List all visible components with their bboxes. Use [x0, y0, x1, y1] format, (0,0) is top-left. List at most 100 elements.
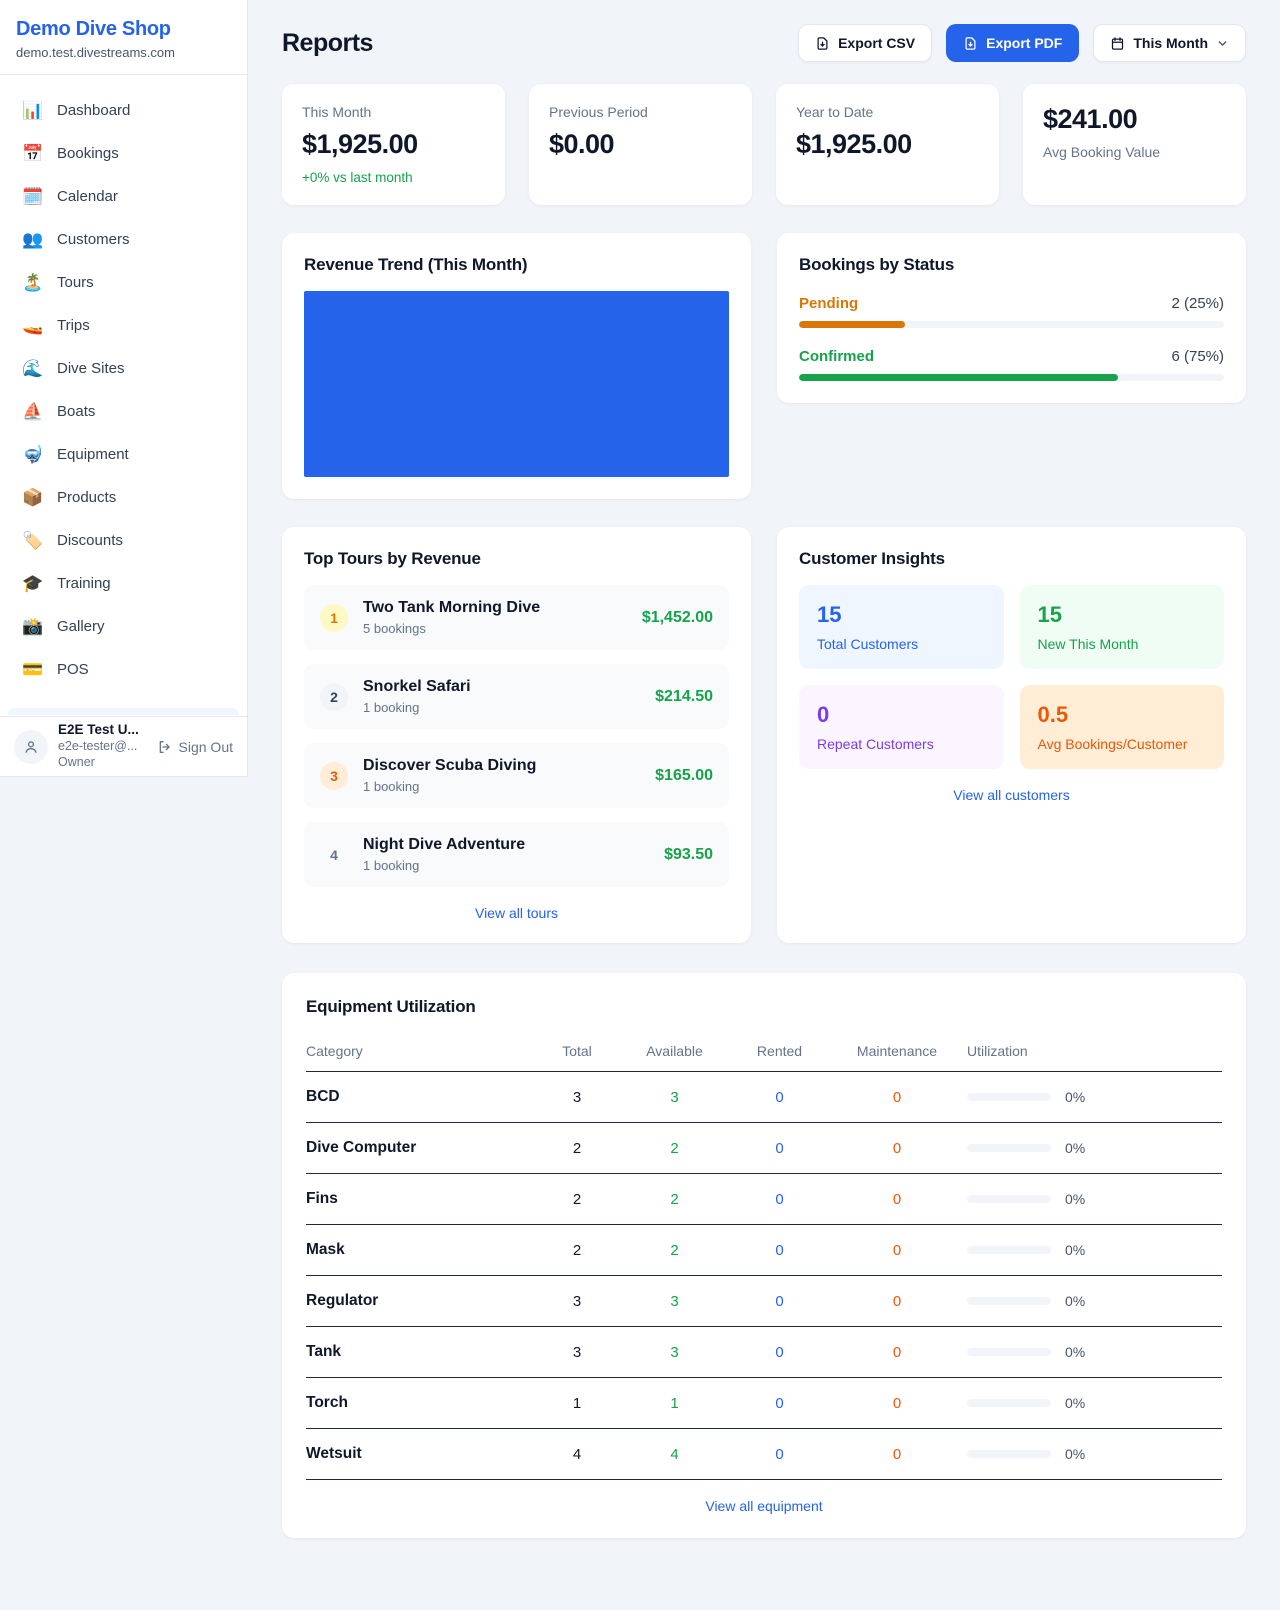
- cell-total: 3: [537, 1276, 617, 1327]
- sidebar-item[interactable]: ⛵ Boats: [8, 390, 239, 432]
- tour-revenue: $214.50: [655, 688, 713, 706]
- cell-category: Fins: [306, 1174, 537, 1225]
- utilization-bar-track: [967, 1093, 1051, 1101]
- sidebar-item[interactable]: 📊 Dashboard: [8, 89, 239, 131]
- utilization-bar-track: [967, 1348, 1051, 1356]
- sidebar-item[interactable]: 🚤 Trips: [8, 304, 239, 346]
- sidebar-item-icon: 📦: [22, 489, 44, 506]
- equipment-utilization-title: Equipment Utilization: [306, 997, 1222, 1017]
- cell-maintenance: 0: [827, 1225, 967, 1276]
- tour-revenue: $1,452.00: [642, 609, 713, 627]
- cell-category: Regulator: [306, 1276, 537, 1327]
- view-all-customers-link[interactable]: View all customers: [799, 787, 1224, 803]
- tour-bookings: 1 booking: [363, 858, 525, 873]
- cell-total: 3: [537, 1072, 617, 1123]
- sign-out-icon: [157, 739, 173, 755]
- stat-value: $1,925.00: [302, 129, 485, 160]
- cell-utilization: 0%: [967, 1327, 1222, 1378]
- insight-value: 15: [817, 602, 986, 628]
- sidebar-item[interactable]: 💳 POS: [8, 648, 239, 690]
- sidebar-footer: E2E Test U... e2e-tester@... Owner Sign …: [0, 716, 247, 776]
- status-row: Confirmed 6 (75%): [799, 348, 1224, 381]
- status-bars: Pending 2 (25%) Confirmed 6 (75%): [799, 295, 1224, 381]
- cell-maintenance: 0: [827, 1327, 967, 1378]
- sidebar-item[interactable]: 📅 Bookings: [8, 132, 239, 174]
- cell-utilization: 0%: [967, 1174, 1222, 1225]
- cell-category: BCD: [306, 1072, 537, 1123]
- export-csv-label: Export CSV: [838, 35, 915, 51]
- rank-badge: 4: [320, 841, 348, 869]
- sidebar-item-icon: 🏝️: [22, 274, 44, 291]
- sign-out-button[interactable]: Sign Out: [157, 739, 233, 755]
- status-count: 2 (25%): [1171, 295, 1224, 312]
- stat-delta: [796, 170, 979, 171]
- status-label: Confirmed: [799, 348, 874, 365]
- cell-utilization: 0%: [967, 1225, 1222, 1276]
- utilization-percent: 0%: [1065, 1395, 1085, 1411]
- sidebar-item[interactable]: 🏷️ Discounts: [8, 519, 239, 561]
- table-row: Mask 2 2 0 0 0%: [306, 1225, 1222, 1276]
- tour-revenue: $165.00: [655, 767, 713, 785]
- cell-category: Torch: [306, 1378, 537, 1429]
- sidebar-item-icon: 🌊: [22, 360, 44, 377]
- insight-value: 15: [1038, 602, 1207, 628]
- stat-value: $241.00: [1043, 104, 1226, 135]
- avatar: [14, 730, 48, 764]
- tour-name: Snorkel Safari: [363, 678, 471, 696]
- sidebar-item[interactable]: 📦 Products: [8, 476, 239, 518]
- status-row: Pending 2 (25%): [799, 295, 1224, 328]
- cell-rented: 0: [732, 1072, 827, 1123]
- sidebar-item-label: Gallery: [57, 618, 105, 635]
- cell-maintenance: 0: [827, 1072, 967, 1123]
- status-bar-track: [799, 321, 1224, 328]
- revenue-trend-bar-chart: [304, 291, 729, 477]
- stat-card: Avg Booking Value $241.00: [1023, 84, 1246, 205]
- shop-name: Demo Dive Shop: [16, 18, 231, 41]
- insight-tile: 0.5 Avg Bookings/Customer: [1020, 685, 1225, 769]
- sidebar-item[interactable]: 🗓️ Calendar: [8, 175, 239, 217]
- cell-total: 2: [537, 1225, 617, 1276]
- cell-available: 3: [617, 1072, 732, 1123]
- sidebar-item[interactable]: 👥 Customers: [8, 218, 239, 260]
- insight-value: 0: [817, 702, 986, 728]
- stat-cards: This Month $1,925.00 +0% vs last month P…: [282, 84, 1246, 205]
- stat-card: Year to Date $1,925.00: [776, 84, 999, 205]
- table-row: Torch 1 1 0 0 0%: [306, 1378, 1222, 1429]
- sidebar-item-label: Equipment: [57, 446, 129, 463]
- sidebar-item-icon: 📅: [22, 145, 44, 162]
- view-all-equipment-link[interactable]: View all equipment: [306, 1498, 1222, 1514]
- cell-rented: 0: [732, 1378, 827, 1429]
- cell-maintenance: 0: [827, 1174, 967, 1225]
- sidebar-item[interactable]: 🌊 Dive Sites: [8, 347, 239, 389]
- cell-rented: 0: [732, 1123, 827, 1174]
- stat-value: $0.00: [549, 129, 732, 160]
- utilization-percent: 0%: [1065, 1446, 1085, 1462]
- export-csv-button[interactable]: Export CSV: [798, 24, 932, 62]
- customer-insights-title: Customer Insights: [799, 549, 1224, 569]
- cell-maintenance: 0: [827, 1123, 967, 1174]
- sidebar-item-reports-partial[interactable]: [8, 708, 239, 715]
- main-content: Reports Export CSV Export PDF This Month: [248, 0, 1280, 1578]
- sidebar-item[interactable]: 🤿 Equipment: [8, 433, 239, 475]
- utilization-bar-track: [967, 1195, 1051, 1203]
- file-download-icon: [815, 36, 830, 51]
- user-name: E2E Test U...: [58, 722, 147, 739]
- sidebar-item[interactable]: 📸 Gallery: [8, 605, 239, 647]
- period-selector[interactable]: This Month: [1093, 24, 1246, 62]
- table-row: BCD 3 3 0 0 0%: [306, 1072, 1222, 1123]
- revenue-trend-title: Revenue Trend (This Month): [304, 255, 729, 275]
- sidebar-item[interactable]: 🏝️ Tours: [8, 261, 239, 303]
- sidebar-item-label: Bookings: [57, 145, 119, 162]
- view-all-tours-link[interactable]: View all tours: [304, 905, 729, 921]
- export-pdf-button[interactable]: Export PDF: [946, 24, 1079, 62]
- sidebar-item-label: Dashboard: [57, 102, 130, 119]
- column-header-available: Available: [617, 1031, 732, 1072]
- table-row: Tank 3 3 0 0 0%: [306, 1327, 1222, 1378]
- tour-list: 1 Two Tank Morning Dive 5 bookings $1,45…: [304, 585, 729, 887]
- cell-total: 2: [537, 1123, 617, 1174]
- equipment-utilization-card: Equipment Utilization Category Total Ava…: [282, 973, 1246, 1538]
- sidebar-item-label: Tours: [57, 274, 94, 291]
- table-header-row: Category Total Available Rented Maintena…: [306, 1031, 1222, 1072]
- insight-tiles: 15 Total Customers 15 New This Month 0 R…: [799, 585, 1224, 769]
- sidebar-item[interactable]: 🎓 Training: [8, 562, 239, 604]
